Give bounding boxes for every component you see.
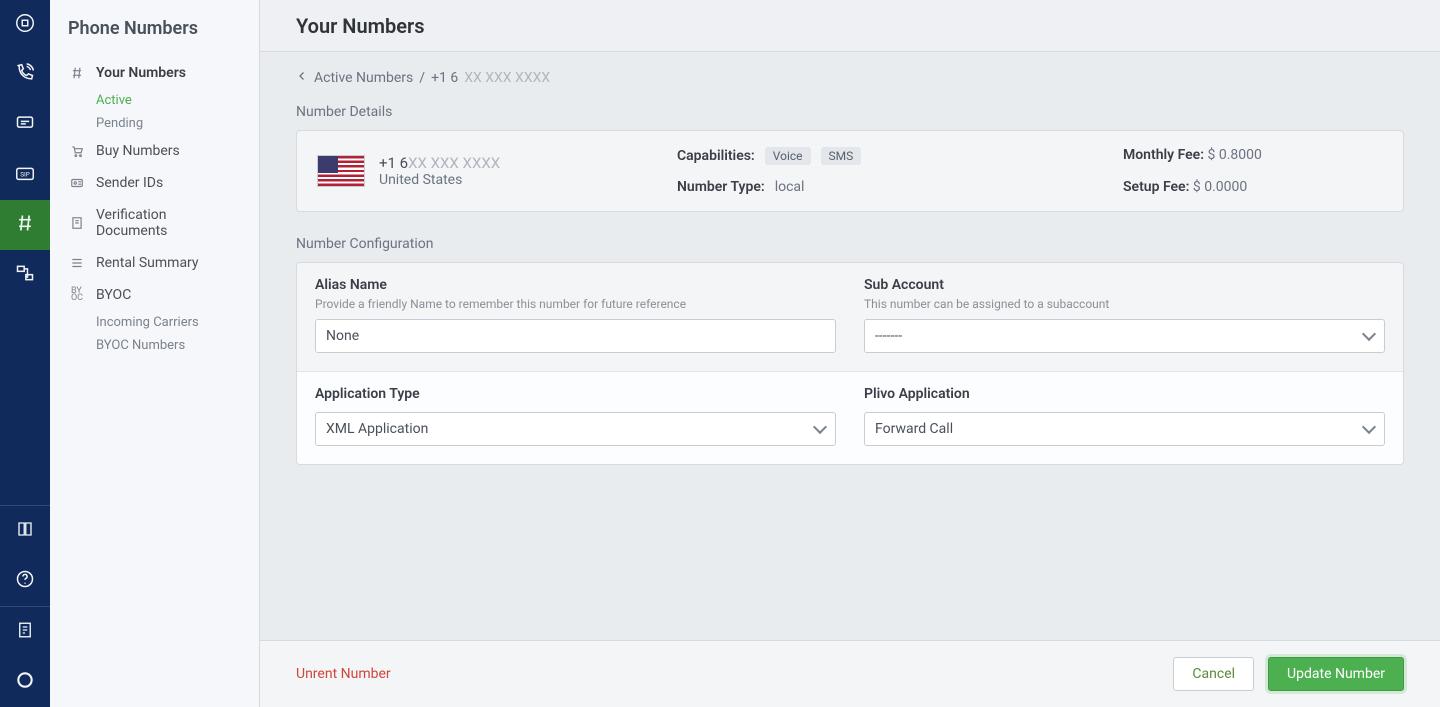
breadcrumb-parent: Active Numbers	[314, 70, 413, 86]
subaccount-label: Sub Account	[864, 277, 1385, 293]
plivoapp-select[interactable]: Forward Call	[864, 412, 1385, 446]
update-button[interactable]: Update Number	[1268, 657, 1404, 691]
footer-bar: Unrent Number Cancel Update Number	[260, 640, 1440, 707]
nav-label: Verification Documents	[96, 207, 241, 239]
nav-label: Your Numbers	[96, 65, 186, 81]
breadcrumb[interactable]: Active Numbers / +1 6 XX XXX XXXX	[296, 70, 1404, 86]
setup-fee-label: Setup Fee:	[1123, 179, 1189, 195]
rail-docs[interactable]	[0, 506, 50, 556]
nav-your-numbers[interactable]: Your Numbers	[50, 57, 259, 89]
apptype-label: Application Type	[315, 386, 836, 402]
main-area: Your Numbers Active Numbers / +1 6 XX XX…	[260, 0, 1440, 707]
number-type-value: local	[775, 179, 805, 195]
hash-icon	[15, 213, 35, 237]
rail-sip[interactable]: SIP	[0, 150, 50, 200]
nav-buy-numbers[interactable]: Buy Numbers	[50, 135, 259, 167]
plivoapp-value: Forward Call	[875, 421, 953, 437]
sip-icon: SIP	[14, 162, 36, 188]
rail-help[interactable]	[0, 556, 50, 606]
main-header: Your Numbers	[260, 0, 1440, 52]
rail-billing[interactable]	[0, 607, 50, 657]
capabilities-label: Capabilities:	[677, 148, 755, 164]
number-details-card: +1 6XX XXX XXXX United States Capabiliti…	[296, 130, 1404, 212]
rail-voice[interactable]	[0, 50, 50, 100]
hash-icon	[68, 66, 86, 80]
subaccount-select[interactable]: -------	[864, 319, 1385, 353]
side-panel-title: Phone Numbers	[50, 14, 259, 57]
nav-active[interactable]: Active	[50, 89, 259, 112]
unrent-button[interactable]: Unrent Number	[296, 666, 391, 682]
icon-rail: SIP	[0, 0, 50, 707]
dashboard-icon	[14, 12, 36, 38]
capability-voice-badge: Voice	[765, 147, 811, 165]
doc-icon	[68, 216, 86, 230]
message-icon	[15, 113, 35, 137]
apptype-value: XML Application	[326, 421, 428, 437]
number-type-label: Number Type:	[677, 179, 765, 195]
nav-sender-ids[interactable]: Sender IDs	[50, 167, 259, 199]
page-title: Your Numbers	[296, 14, 425, 38]
alias-hint: Provide a friendly Name to remember this…	[315, 297, 836, 311]
monthly-fee-label: Monthly Fee:	[1123, 147, 1204, 163]
chevron-left-icon	[296, 70, 308, 86]
cancel-button[interactable]: Cancel	[1173, 657, 1254, 691]
nav-pending[interactable]: Pending	[50, 112, 259, 135]
nav-byoc[interactable]: BYOC BYOC	[50, 279, 259, 311]
nav-incoming-carriers[interactable]: Incoming Carriers	[50, 311, 259, 334]
monthly-fee-value: $ 0.8000	[1208, 147, 1262, 163]
alias-input[interactable]: None	[315, 319, 836, 353]
nav-label: Buy Numbers	[96, 143, 180, 159]
capability-sms-badge: SMS	[821, 147, 862, 165]
phone-number: +1 6XX XXX XXXX	[379, 154, 500, 172]
section-label-config: Number Configuration	[296, 236, 1404, 252]
nav-rental-summary[interactable]: Rental Summary	[50, 247, 259, 279]
setup-fee-value: $ 0.0000	[1193, 179, 1247, 195]
cart-icon	[68, 144, 86, 158]
breadcrumb-sep: /	[419, 70, 425, 86]
rail-numbers[interactable]	[0, 200, 50, 250]
alias-label: Alias Name	[315, 277, 836, 293]
list-icon	[68, 256, 86, 270]
alias-input-value: None	[326, 328, 359, 344]
breadcrumb-current-masked: XX XXX XXXX	[464, 70, 550, 86]
circle-icon	[15, 670, 35, 694]
book-icon	[16, 520, 34, 542]
invoice-icon	[16, 621, 34, 643]
svg-text:SIP: SIP	[20, 171, 30, 179]
byoc-icon: BYOC	[68, 288, 86, 302]
breadcrumb-current-prefix: +1 6	[431, 70, 458, 86]
nav-byoc-numbers[interactable]: BYOC Numbers	[50, 334, 259, 357]
rail-dashboard[interactable]	[0, 0, 50, 50]
subaccount-value: -------	[875, 328, 902, 344]
trunk-icon	[15, 263, 35, 287]
plivoapp-label: Plivo Application	[864, 386, 1385, 402]
id-icon	[68, 176, 86, 190]
nav-label: BYOC	[96, 287, 131, 303]
nav-label: Rental Summary	[96, 255, 199, 271]
help-icon	[15, 569, 35, 593]
nav-verification-docs[interactable]: Verification Documents	[50, 199, 259, 247]
rail-profile[interactable]	[0, 657, 50, 707]
side-panel: Phone Numbers Your Numbers Active Pendin…	[50, 0, 260, 707]
subaccount-hint: This number can be assigned to a subacco…	[864, 297, 1385, 311]
number-masked: XX XXX XXXX	[408, 154, 500, 172]
phone-icon	[15, 63, 35, 87]
section-label-details: Number Details	[296, 104, 1404, 120]
nav-label: Sender IDs	[96, 175, 163, 191]
number-config-card: Alias Name Provide a friendly Name to re…	[296, 262, 1404, 465]
rail-messaging[interactable]	[0, 100, 50, 150]
number-prefix: +1 6	[379, 154, 408, 172]
us-flag-icon	[317, 155, 365, 187]
country-name: United States	[379, 172, 500, 188]
rail-trunks[interactable]	[0, 250, 50, 300]
apptype-select[interactable]: XML Application	[315, 412, 836, 446]
